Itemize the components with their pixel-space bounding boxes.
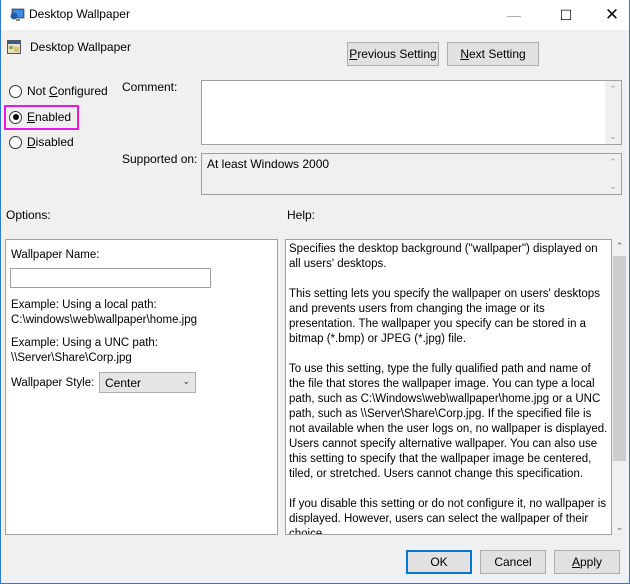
- help-label: Help:: [287, 208, 316, 222]
- scroll-up-icon[interactable]: ⌃: [612, 239, 627, 254]
- previous-setting-button[interactable]: Previous Setting: [347, 42, 439, 66]
- help-scrollbar[interactable]: ⌃ ⌄: [612, 239, 627, 535]
- radio-not-configured[interactable]: Not Configured: [9, 84, 108, 98]
- help-paragraph: This setting lets you specify the wallpa…: [289, 288, 600, 345]
- minimize-button[interactable]: —: [491, 0, 537, 30]
- scroll-down-icon[interactable]: ⌄: [605, 178, 621, 194]
- help-paragraph: If you disable this setting or do not co…: [289, 498, 607, 535]
- example-unc-label: Example: Using a UNC path:: [11, 337, 159, 349]
- button-label: revious Setting: [357, 47, 437, 61]
- close-button[interactable]: ✕: [589, 0, 630, 30]
- chevron-down-icon: ⌄: [182, 376, 190, 386]
- scrollbar-thumb[interactable]: [613, 256, 626, 461]
- wallpaper-style-label: Wallpaper Style:: [11, 377, 95, 389]
- options-label: Options:: [6, 208, 51, 222]
- radio-circle[interactable]: [9, 84, 22, 98]
- help-paragraph: To use this setting, type the fully qual…: [289, 363, 608, 480]
- app-icon: [10, 8, 25, 21]
- radio-label: Disabled: [27, 135, 74, 149]
- maximize-icon: ☐: [559, 6, 573, 23]
- window-title: Desktop Wallpaper: [29, 7, 130, 21]
- example-local-path: C:\windows\web\wallpaper\home.jpg: [11, 314, 198, 326]
- wallpaper-name-input[interactable]: [10, 268, 211, 288]
- radio-circle[interactable]: [9, 135, 22, 149]
- apply-button[interactable]: Apply: [554, 550, 620, 574]
- help-paragraph: Specifies the desktop background ("wallp…: [289, 243, 598, 270]
- maximize-button[interactable]: ☐: [543, 0, 589, 30]
- wallpaper-name-label: Wallpaper Name:: [11, 249, 100, 261]
- policy-setting-icon: [7, 40, 21, 54]
- supported-on-value: At least Windows 2000: [207, 157, 330, 171]
- minimize-icon: —: [507, 7, 521, 23]
- options-panel: Wallpaper Name: Example: Using a local p…: [5, 239, 278, 535]
- scroll-down-icon[interactable]: ⌄: [612, 520, 627, 535]
- scroll-up-icon[interactable]: ⌃: [605, 81, 621, 97]
- accel-key: P: [349, 47, 358, 61]
- cancel-button[interactable]: Cancel: [480, 550, 546, 574]
- button-label: ext Setting: [468, 47, 526, 61]
- enabled-highlight-box: [4, 105, 79, 130]
- next-setting-button[interactable]: Next Setting: [447, 42, 539, 66]
- comment-scrollbar[interactable]: ⌃ ⌄: [605, 81, 621, 144]
- radio-label: Not Configured: [27, 84, 108, 98]
- example-local-label: Example: Using a local path:: [11, 299, 157, 311]
- supported-scrollbar[interactable]: ⌃ ⌄: [605, 154, 621, 194]
- example-unc-path: \\Server\Share\Corp.jpg: [11, 352, 132, 364]
- scroll-down-icon[interactable]: ⌄: [605, 128, 621, 144]
- supported-on-label: Supported on:: [122, 152, 198, 166]
- ok-button[interactable]: OK: [406, 550, 472, 574]
- scroll-up-icon[interactable]: ⌃: [605, 154, 621, 170]
- comment-label: Comment:: [122, 80, 178, 94]
- help-panel: Specifies the desktop background ("wallp…: [285, 239, 627, 535]
- wallpaper-style-value: Center: [105, 375, 142, 390]
- accel-key: N: [460, 47, 469, 61]
- dialog-window: Desktop Wallpaper — ☐ ✕ Desktop Wallpape…: [0, 0, 630, 584]
- wallpaper-style-select[interactable]: Center ⌄: [99, 372, 196, 393]
- help-text: Specifies the desktop background ("wallp…: [285, 239, 612, 535]
- button-label: pply: [580, 555, 603, 569]
- accel-key: A: [571, 555, 580, 569]
- close-icon: ✕: [604, 5, 620, 24]
- policy-title: Desktop Wallpaper: [30, 40, 131, 54]
- title-bar[interactable]: Desktop Wallpaper — ☐ ✕: [1, 0, 629, 30]
- radio-disabled[interactable]: Disabled: [9, 135, 74, 149]
- supported-on-field: At least Windows 2000 ⌃ ⌄: [201, 153, 622, 195]
- comment-textarea[interactable]: ⌃ ⌄: [201, 80, 622, 145]
